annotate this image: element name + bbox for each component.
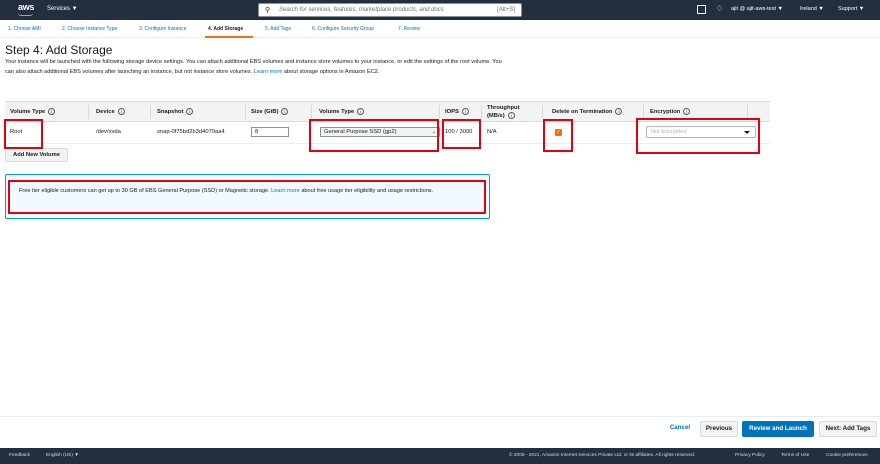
header-volume-type-label: Volume Type xyxy=(10,109,46,116)
desc-tail: about storage options in Amazon EC2. xyxy=(282,69,380,75)
header-volume-type-2: Volume Type i xyxy=(319,108,365,116)
console-footer: Feedback English (US) ▼ © 2008 - 2021, A… xyxy=(0,448,880,464)
header-throughput: Throughput (MB/s) i xyxy=(487,104,520,120)
header-size-label: Size (GiB) xyxy=(251,109,279,116)
services-menu[interactable]: Services ▼ xyxy=(47,6,78,12)
column-separator xyxy=(481,105,482,119)
info-icon[interactable]: i xyxy=(461,108,469,115)
account-menu[interactable]: ajit @ ajit-aws-test ▼ xyxy=(731,6,783,12)
highlight-encryption xyxy=(636,118,760,154)
column-separator xyxy=(311,105,312,119)
learn-more-storage-link[interactable]: Learn more xyxy=(254,69,283,75)
terms-of-use-link[interactable]: Terms of Use xyxy=(781,453,809,458)
column-separator xyxy=(439,105,440,119)
column-separator xyxy=(245,105,246,119)
step-add-tags[interactable]: 5. Add Tags xyxy=(265,26,291,32)
step-review[interactable]: 7. Review xyxy=(398,26,420,32)
language-select[interactable]: English (US) ▼ xyxy=(46,453,79,458)
info-icon[interactable]: i xyxy=(48,108,56,115)
active-step-underline xyxy=(205,36,253,38)
size-input[interactable]: 8 xyxy=(251,127,289,137)
header-snapshot: Snapshot i xyxy=(157,108,194,116)
header-delete-on-termination: Delete on Termination i xyxy=(552,108,623,116)
highlight-root xyxy=(4,119,43,149)
column-separator xyxy=(747,105,748,119)
highlight-volume-type xyxy=(309,119,439,152)
header-size: Size (GiB) i xyxy=(251,108,289,116)
throughput-value: N/A xyxy=(487,129,497,135)
aws-logo-smile-icon xyxy=(18,13,33,16)
step-configure-security-group[interactable]: 6. Configure Security Group xyxy=(312,26,374,32)
column-separator xyxy=(88,105,89,119)
search-placeholder: Search for services, features, marketpla… xyxy=(279,7,444,13)
header-encryption: Encryption i xyxy=(650,108,691,116)
header-delete-label: Delete on Termination xyxy=(552,109,613,116)
search-icon: ⚲ xyxy=(265,7,271,14)
column-separator xyxy=(150,105,151,119)
top-navigation: aws Services ▼ ⚲ Search for services, fe… xyxy=(0,0,880,20)
region-menu[interactable]: Ireland ▼ xyxy=(800,6,824,12)
step-add-storage[interactable]: 4. Add Storage xyxy=(208,26,243,32)
header-volume-type: Volume Type i xyxy=(10,108,56,116)
info-icon[interactable]: i xyxy=(615,108,623,115)
header-volume-type-2-label: Volume Type xyxy=(319,109,355,116)
search-shortcut: [Alt+S] xyxy=(497,7,515,13)
header-device-label: Device xyxy=(96,109,115,116)
previous-button[interactable]: Previous xyxy=(700,421,738,437)
copyright-text: © 2008 - 2021, Amazon Internet Services … xyxy=(509,453,696,458)
highlight-iops xyxy=(442,119,481,149)
info-icon[interactable]: i xyxy=(281,108,289,115)
header-iops: IOPS i xyxy=(445,108,469,115)
page-description: Your instance will be launched with the … xyxy=(5,57,505,77)
step-configure-instance[interactable]: 3. Configure Instance xyxy=(139,26,187,32)
header-throughput-unit: (MB/s) xyxy=(487,113,505,120)
info-icon[interactable]: i xyxy=(186,108,194,115)
wizard-steps: 1. Choose AMI 2. Choose Instance Type 3.… xyxy=(0,20,880,38)
review-and-launch-button[interactable]: Review and Launch xyxy=(742,421,814,437)
device-value: /dev/xvda xyxy=(96,129,121,135)
header-encryption-label: Encryption xyxy=(650,109,681,116)
column-separator xyxy=(643,105,644,119)
step-choose-instance-type[interactable]: 2. Choose Instance Type xyxy=(62,26,117,32)
highlight-delete xyxy=(543,119,573,152)
highlight-free-tier xyxy=(8,180,486,214)
info-icon[interactable]: i xyxy=(357,108,365,115)
support-menu[interactable]: Support ▼ xyxy=(838,6,864,12)
column-separator xyxy=(542,105,543,119)
info-icon[interactable]: i xyxy=(507,112,515,119)
snapshot-value: snap-0f75bd2b3d4079aa4 xyxy=(157,129,225,135)
header-throughput-label: Throughput xyxy=(487,105,520,111)
header-device: Device i xyxy=(96,108,125,115)
page-title: Step 4: Add Storage xyxy=(5,43,113,57)
aws-logo[interactable]: aws xyxy=(18,2,34,12)
add-new-volume-button[interactable]: Add New Volume xyxy=(5,148,68,162)
cancel-button[interactable]: Cancel xyxy=(664,421,696,437)
step-choose-ami[interactable]: 1. Choose AMI xyxy=(8,26,41,32)
bell-icon[interactable]: ♢ xyxy=(716,4,723,13)
privacy-policy-link[interactable]: Privacy Policy xyxy=(735,453,765,458)
header-iops-label: IOPS xyxy=(445,109,459,116)
info-icon[interactable]: i xyxy=(117,108,125,115)
cloudshell-icon[interactable] xyxy=(697,5,706,14)
feedback-link[interactable]: Feedback xyxy=(9,453,30,458)
cookie-preferences-link[interactable]: Cookie preferences xyxy=(826,453,868,458)
search-input[interactable]: ⚲ Search for services, features, marketp… xyxy=(258,3,522,17)
next-add-tags-button[interactable]: Next: Add Tags xyxy=(819,421,877,437)
header-snapshot-label: Snapshot xyxy=(157,109,184,116)
info-icon[interactable]: i xyxy=(683,108,691,115)
